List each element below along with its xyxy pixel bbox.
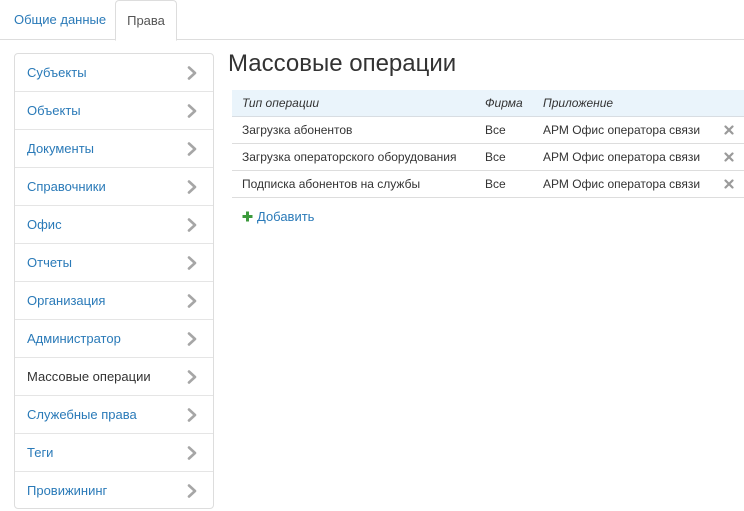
firm-cell: Все [475,143,533,171]
sidebar-item-directories[interactable]: Справочники [15,168,213,206]
chevron-right-icon [187,66,197,80]
sidebar-item-reports[interactable]: Отчеты [15,244,213,282]
sidebar-item-service-rights[interactable]: Служебные права [15,396,213,434]
sidebar-item-objects[interactable]: Объекты [15,92,213,130]
operation-type-cell: Подписка абонентов на службы [232,170,475,198]
sidebar-item-label: Служебные права [27,407,137,422]
application-cell: АРМ Офис оператора связи [533,143,713,171]
application-cell: АРМ Офис оператора связи [533,116,713,144]
add-operation-link[interactable]: Добавить [242,208,314,226]
sidebar-item-subjects[interactable]: Субъекты [15,54,213,92]
column-header-application: Приложение [533,90,713,117]
column-header-operation-type: Тип операции [232,90,475,117]
delete-cell [713,170,744,198]
operation-type-cell: Загрузка операторского оборудования [232,143,475,171]
chevron-right-icon [187,294,197,308]
tab-rights[interactable]: Права [115,0,177,41]
table-header-row: Тип операции Фирма Приложение [232,90,744,117]
sidebar-item-mass-operations[interactable]: Массовые операции [15,358,213,396]
chevron-right-icon [187,484,197,498]
mass-operations-table: Тип операции Фирма Приложение Загрузка а… [232,90,744,198]
sidebar-item-tags[interactable]: Теги [15,434,213,472]
operation-type-cell: Загрузка абонентов [232,116,475,144]
sidebar-item-label: Офис [27,217,62,232]
chevron-right-icon [187,370,197,384]
sidebar-item-office[interactable]: Офис [15,206,213,244]
sidebar-item-documents[interactable]: Документы [15,130,213,168]
chevron-right-icon [187,142,197,156]
chevron-right-icon [187,332,197,346]
sidebar-item-label: Администратор [27,331,121,346]
sidebar-item-label: Объекты [27,103,81,118]
table-row: Подписка абонентов на службы Все АРМ Офи… [232,170,744,198]
chevron-right-icon [187,256,197,270]
chevron-right-icon [187,446,197,460]
page-title: Массовые операции [228,50,457,77]
tab-general-data[interactable]: Общие данные [14,0,106,40]
sidebar-item-label: Массовые операции [27,369,151,384]
sidebar-item-label: Документы [27,141,95,156]
table-row: Загрузка операторского оборудования Все … [232,143,744,171]
firm-cell: Все [475,116,533,144]
sidebar-item-label: Теги [27,445,54,460]
sidebar-item-label: Субъекты [27,65,87,80]
close-icon[interactable] [723,152,734,162]
sidebar-item-administrator[interactable]: Администратор [15,320,213,358]
chevron-right-icon [187,180,197,194]
application-cell: АРМ Офис оператора связи [533,170,713,198]
plus-icon [242,211,253,222]
delete-cell [713,143,744,171]
sidebar-item-label: Отчеты [27,255,72,270]
sidebar-item-label: Организация [27,293,106,308]
table-row: Загрузка абонентов Все АРМ Офис оператор… [232,116,744,144]
delete-cell [713,116,744,144]
close-icon[interactable] [723,179,734,189]
sidebar-item-provisioning[interactable]: Провижининг [15,472,213,510]
sidebar-nav: Субъекты Объекты Документы Справочники О… [14,53,214,509]
firm-cell: Все [475,170,533,198]
tab-bar: Общие данные Права [0,0,744,41]
close-icon[interactable] [723,125,734,135]
sidebar-item-organization[interactable]: Организация [15,282,213,320]
column-header-firm: Фирма [475,90,533,117]
add-link-label: Добавить [257,209,315,224]
chevron-right-icon [187,218,197,232]
sidebar-item-label: Провижининг [27,483,108,498]
column-header-actions [713,90,744,117]
chevron-right-icon [187,408,197,422]
sidebar-item-label: Справочники [27,179,106,194]
chevron-right-icon [187,104,197,118]
